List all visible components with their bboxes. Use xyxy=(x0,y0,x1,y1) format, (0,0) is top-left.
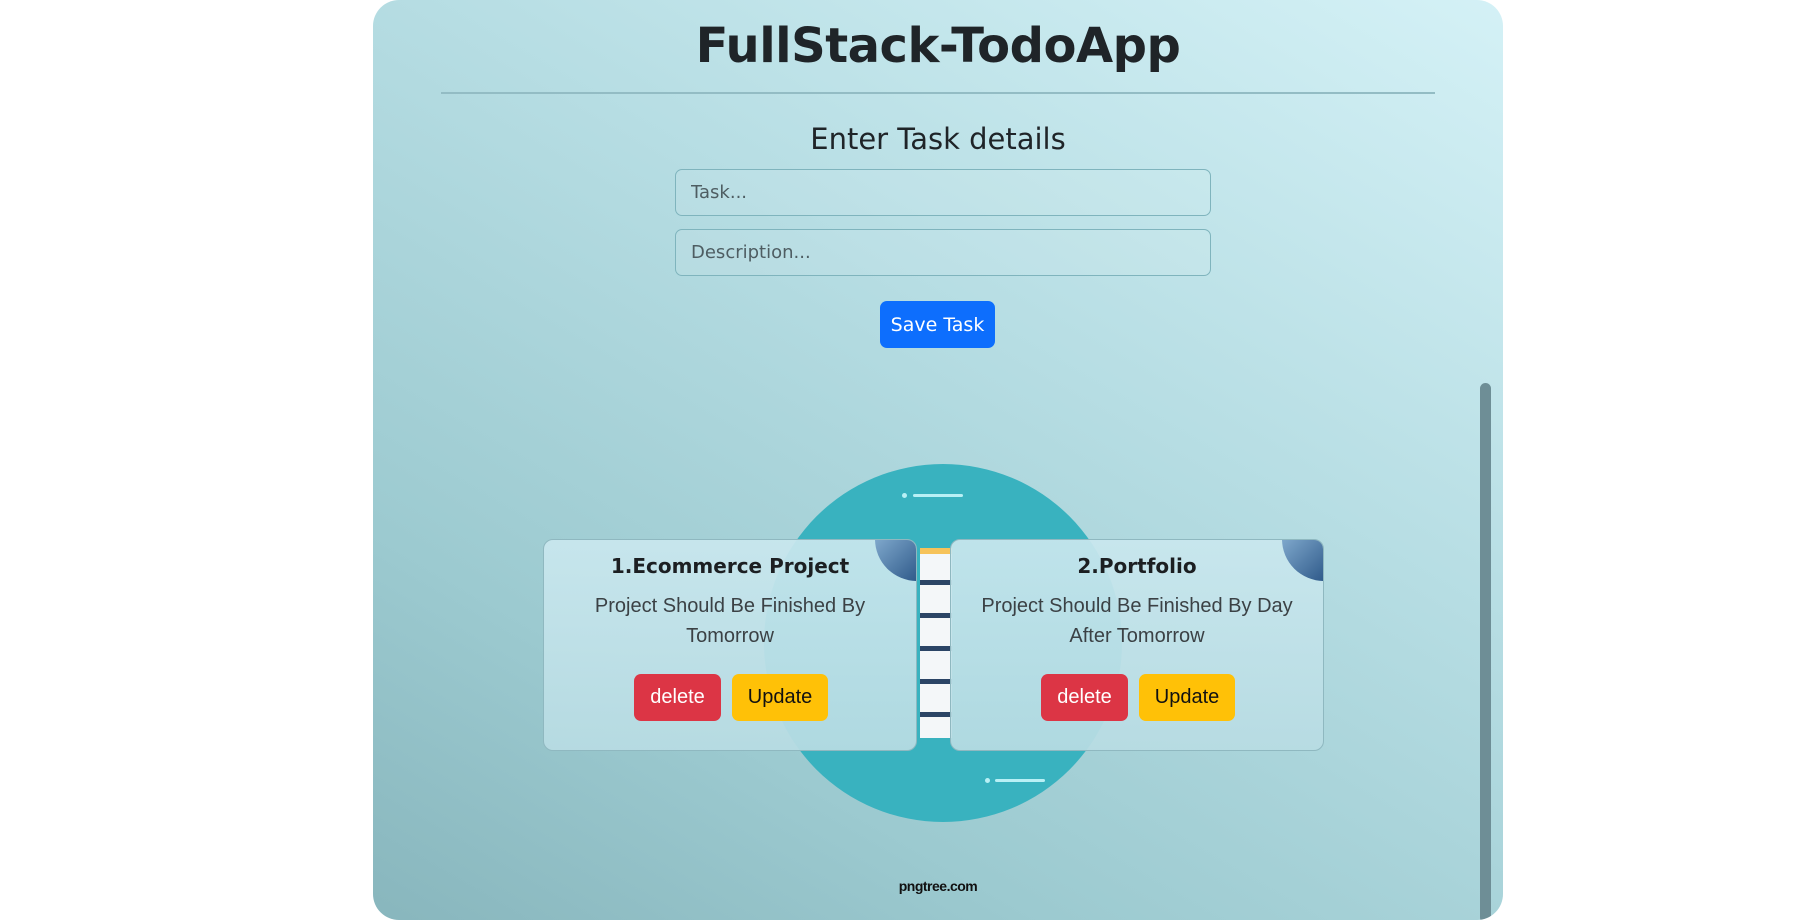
illustration-dash xyxy=(913,494,963,497)
scrollbar-thumb[interactable] xyxy=(1480,383,1491,920)
task-description: Project Should Be Finished By Tomorrow xyxy=(594,595,866,647)
notepad-strip xyxy=(920,548,952,738)
description-input[interactable] xyxy=(675,229,1211,276)
task-input[interactable] xyxy=(675,169,1211,216)
delete-button[interactable]: delete xyxy=(1041,674,1128,721)
task-title: 2.Portfolio xyxy=(1077,554,1197,578)
task-description: Project Should Be Finished By Day After … xyxy=(981,595,1293,647)
task-card: 2.Portfolio Project Should Be Finished B… xyxy=(950,539,1324,751)
illustration-dot xyxy=(985,778,990,783)
task-card: 1.Ecommerce Project Project Should Be Fi… xyxy=(543,539,917,751)
delete-button[interactable]: delete xyxy=(634,674,721,721)
notepad-top xyxy=(920,548,952,554)
illustration-dash xyxy=(995,779,1045,782)
notepad-line xyxy=(920,712,952,717)
illustration-dot xyxy=(902,493,907,498)
save-task-button[interactable]: Save Task xyxy=(880,301,995,348)
form-heading: Enter Task details xyxy=(810,122,1066,156)
notepad-line xyxy=(920,613,952,618)
update-button[interactable]: Update xyxy=(732,674,828,721)
notepad-line xyxy=(920,679,952,684)
watermark: pngtree.com xyxy=(898,878,978,894)
update-button[interactable]: Update xyxy=(1139,674,1235,721)
app-title: FullStack-TodoApp xyxy=(695,18,1181,74)
notepad-line xyxy=(920,580,952,585)
task-title: 1.Ecommerce Project xyxy=(610,554,850,578)
app-container: FullStack-TodoApp Enter Task details Sav… xyxy=(373,0,1503,920)
notepad-line xyxy=(920,646,952,651)
title-divider xyxy=(441,92,1435,94)
